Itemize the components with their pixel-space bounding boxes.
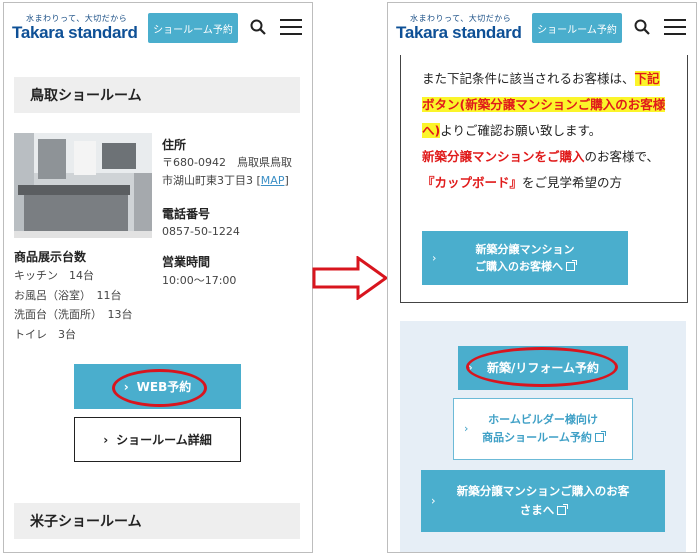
homebuilder-line-2: 商品ショールーム予約 <box>482 431 592 444</box>
display-count-label: 商品展示台数 <box>14 250 87 264</box>
condo-buyer-line-1: 新築分譲マンション <box>475 243 575 256</box>
notice-text: また下記条件に該当されるお客様は、下記ボタン(新築分譲マンションご購入のお客様へ… <box>422 66 672 196</box>
condo-buyer2-line-2: さまへ <box>519 503 555 517</box>
transition-arrow-icon <box>312 256 388 300</box>
external-link-icon <box>566 260 577 271</box>
address-label: 住所 <box>162 138 187 152</box>
site-header: 水まわりって、大切だから Takara standard ショールーム予約 <box>388 3 696 55</box>
address-line-2: 市湖山町東3丁目3 [MAP] <box>162 172 312 190</box>
hours-value: 10:00〜17:00 <box>162 274 237 287</box>
display-item-kitchen: キッチン 14台 <box>14 269 94 282</box>
showroom-photo <box>14 133 152 238</box>
search-icon[interactable] <box>634 19 650 35</box>
display-item-toilet: トイレ 3台 <box>14 327 76 341</box>
showroom-reserve-button[interactable]: ショールーム予約 <box>532 13 622 43</box>
condo-buyer-button-2[interactable]: › 新築分譲マンションご購入のお客さまへ <box>421 470 665 532</box>
display-count-list: キッチン 14台 お風呂（浴室） 11台 洗面台（洗面所） 13台 トイレ 3台 <box>14 266 133 344</box>
homebuilder-line-1: ホームビルダー様向け <box>488 413 598 426</box>
address-line-2-text: 市湖山町東3丁目3 [ <box>162 174 261 187</box>
hours-label: 営業時間 <box>162 255 211 269</box>
notice-red-2: 『カップボード』 <box>422 175 523 190</box>
left-phone-screen: 水まわりって、大切だから Takara standard ショールーム予約 鳥取… <box>3 2 313 553</box>
site-header: 水まわりって、大切だから Takara standard ショールーム予約 <box>4 3 312 55</box>
showroom-section-yonago: 米子ショールーム <box>14 503 300 539</box>
external-link-icon <box>594 431 606 442</box>
chevron-right-icon: › <box>431 493 436 508</box>
right-phone-screen: 水まわりって、大切だから Takara standard ショールーム予約 また… <box>387 2 697 553</box>
brand-logo[interactable]: Takara standard <box>12 23 138 43</box>
condo-buyer-line-2: ご購入のお客様へ <box>475 260 563 273</box>
search-icon[interactable] <box>250 19 266 35</box>
chevron-right-icon: › <box>103 432 109 447</box>
chevron-right-icon: › <box>468 360 473 375</box>
phone-label: 電話番号 <box>162 207 211 221</box>
notice-part-4: をご見学希望の方 <box>522 175 623 190</box>
display-item-washbasin: 洗面台（洗面所） 13台 <box>14 308 133 321</box>
notice-red-1: 新築分譲マンションをご購入 <box>422 149 585 164</box>
newbuild-reform-label: 新築/リフォーム予約 <box>486 360 600 375</box>
notice-part-2: よりご確認お願い致します。 <box>440 123 602 138</box>
address-value: 〒680-0942 鳥取県鳥取 市湖山町東3丁目3 [MAP] <box>162 154 312 190</box>
brand-logo[interactable]: Takara standard <box>396 23 522 43</box>
homebuilder-reserve-button[interactable]: › ホームビルダー様向け商品ショールーム予約 <box>453 398 633 460</box>
address-line-1: 〒680-0942 鳥取県鳥取 <box>162 156 292 169</box>
hamburger-menu-icon[interactable] <box>280 19 302 35</box>
showroom-section-tottori: 鳥取ショールーム <box>14 77 300 113</box>
address-bracket: ] <box>284 174 289 187</box>
showroom-reserve-button[interactable]: ショールーム予約 <box>148 13 238 43</box>
showroom-detail-button[interactable]: › ショールーム詳細 <box>74 417 241 462</box>
chevron-right-icon: › <box>464 422 469 435</box>
map-link[interactable]: MAP <box>261 174 285 187</box>
phone-number[interactable]: 0857-50-1224 <box>162 223 240 241</box>
external-link-icon <box>557 504 569 515</box>
hamburger-menu-icon[interactable] <box>664 19 686 35</box>
condo-buyer2-line-1: 新築分譲マンションご購入のお客 <box>456 484 630 498</box>
display-item-bath: お風呂（浴室） 11台 <box>14 288 122 302</box>
notice-part-1: また下記条件に該当されるお客様は、 <box>422 71 635 86</box>
showroom-detail-label: ショールーム詳細 <box>116 433 212 447</box>
web-reserve-label: WEB予約 <box>136 380 192 394</box>
web-reserve-button[interactable]: › WEB予約 <box>74 364 241 409</box>
newbuild-reform-reserve-button[interactable]: › 新築/リフォーム予約 <box>458 346 628 390</box>
chevron-right-icon: › <box>123 379 129 394</box>
condo-buyer-button[interactable]: › 新築分譲マンション ご購入のお客様へ <box>422 231 628 285</box>
notice-part-3: のお客様で、 <box>584 149 660 164</box>
chevron-right-icon: › <box>432 251 437 265</box>
